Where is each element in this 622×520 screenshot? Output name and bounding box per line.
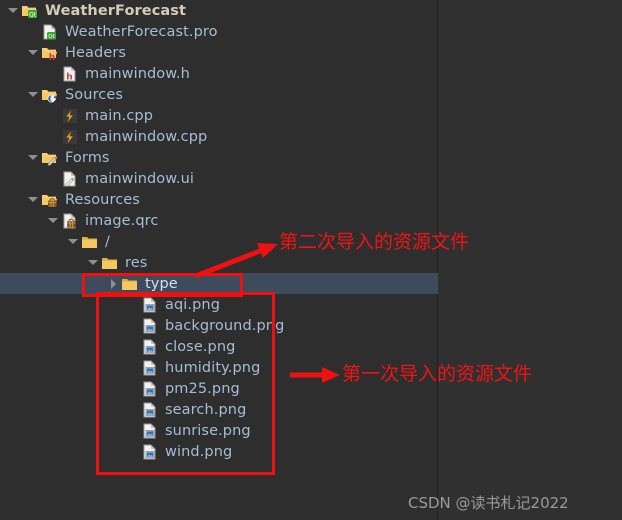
first-import-arrow [290,367,340,383]
csdn-watermark: CSDN @读书札记2022 [408,494,569,512]
project-tree-panel: Qt WeatherForecast Qt WeatherForecast.pro h H… [0,0,622,520]
first-import-annotation: 第一次导入的资源文件 [342,363,533,385]
second-import-annotation: 第二次导入的资源文件 [279,231,470,253]
